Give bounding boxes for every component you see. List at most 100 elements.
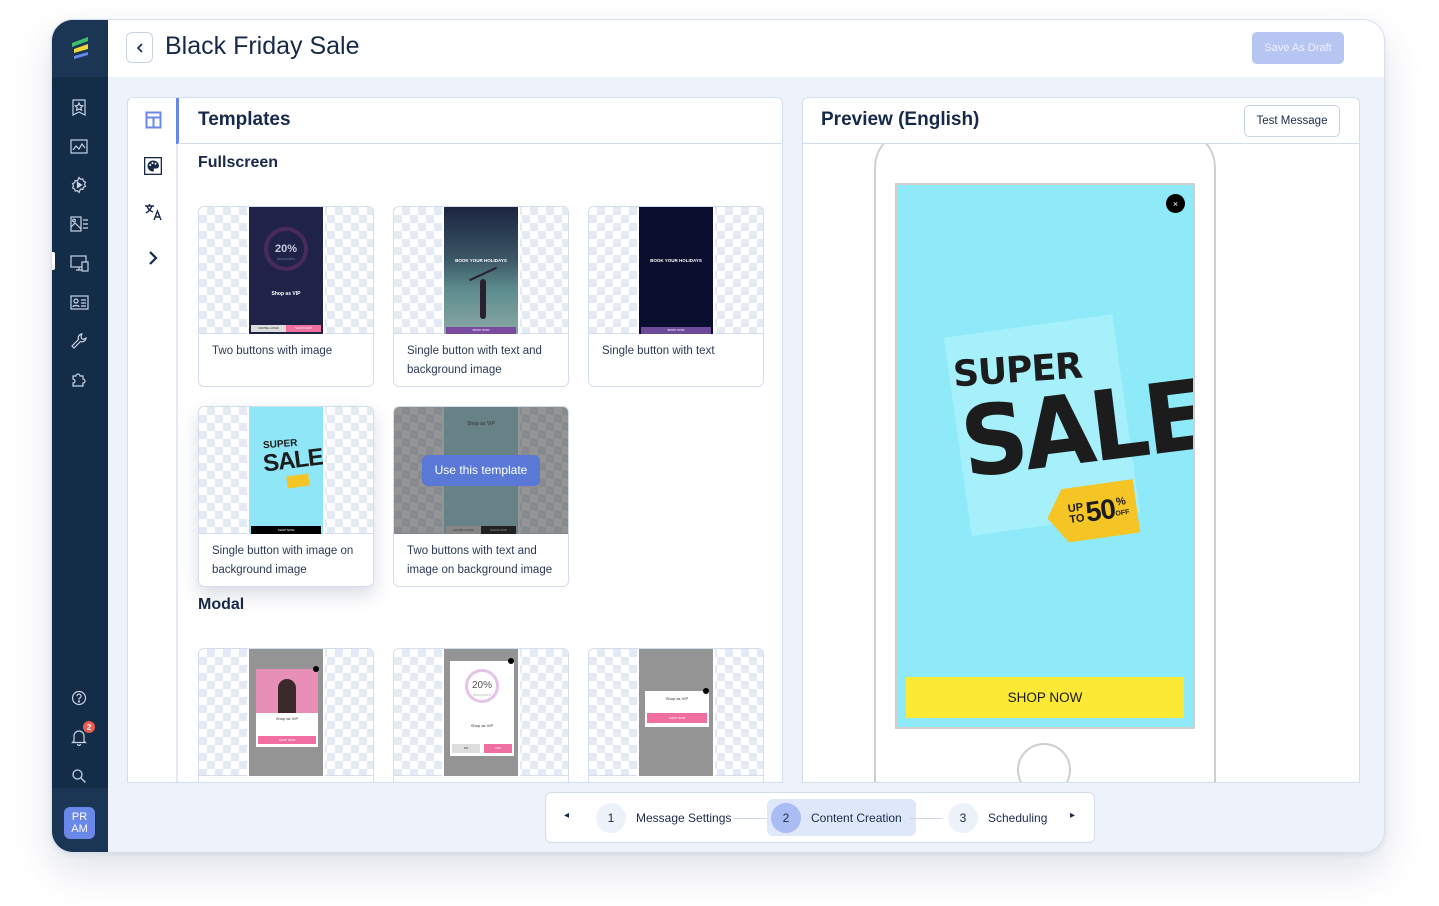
thumb-headline: Shop as VIP [665, 696, 689, 701]
template-thumbnail: BOOK YOUR HOLIDAYS BOOK NOW [589, 207, 763, 334]
sidebar-item-tools[interactable] [68, 330, 90, 352]
avatar-initials-bottom: AM [71, 823, 88, 835]
search-button[interactable] [68, 765, 90, 787]
step-label: Message Settings [636, 810, 732, 825]
preview-title: Preview (English) [821, 109, 980, 130]
step-number: 3 [948, 802, 978, 833]
stepper-prev-icon[interactable]: ◂ [564, 810, 569, 821]
templates-header: Templates [178, 98, 782, 144]
thumb-button-primary: SHOP NOW [251, 526, 321, 534]
thumb-button-primary: SHOP NOW [286, 325, 321, 332]
template-label: Two buttons with text and image on backg… [407, 545, 553, 576]
tool-translations[interactable] [143, 202, 163, 222]
chevron-left-icon [136, 42, 143, 53]
step-scheduling[interactable]: 3 Scheduling [944, 799, 1061, 836]
step-number: 1 [596, 802, 626, 833]
template-thumbnail: SUPER SALE SHOP NOW [199, 407, 373, 534]
logo-icon [72, 36, 88, 59]
search-icon [72, 769, 86, 783]
sidebar-item-content[interactable] [68, 213, 90, 235]
step-content-creation[interactable]: 2 Content Creation [767, 799, 916, 836]
template-card-hovered[interactable]: Shop as VIP MAYBE LATER SHOP NOW Use thi… [393, 406, 569, 587]
creative-headline-main: SALE [954, 358, 1195, 501]
sidebar-item-automation[interactable] [68, 174, 90, 196]
thumb-headline: Shop as VIP [271, 291, 301, 297]
avatar-initials-top: PR [71, 811, 88, 823]
test-message-button[interactable]: Test Message [1244, 105, 1340, 137]
notifications-button[interactable]: 2 [68, 721, 95, 748]
templates-panel: Templates Fullscreen 20% DISCOUNTS Shop … [127, 97, 783, 783]
tag-off: OFF [1115, 508, 1130, 518]
section-modal: Modal [198, 596, 245, 613]
template-label: Two buttons with image [212, 345, 333, 357]
puzzle-icon [72, 373, 86, 387]
user-avatar[interactable]: PR AM [64, 807, 95, 839]
preview-panel: Preview (English) Test Message SUPER SAL… [802, 97, 1360, 783]
thumb-headline: BOOK YOUR HOLIDAYS [650, 258, 702, 263]
template-thumbnail: 20% DISCOUNTS Shop as VIP MAYBE LATER SH… [199, 207, 373, 334]
template-card[interactable]: 20% DISCOUNTS Shop as VIP MAYBE LATER SH… [198, 206, 374, 387]
sidebar-item-analytics[interactable] [68, 135, 90, 157]
page-title: Black Friday Sale [165, 32, 360, 60]
tool-expand[interactable] [143, 248, 163, 268]
step-message-settings[interactable]: 1 Message Settings [592, 799, 745, 836]
template-card[interactable]: 20% DISCOUNTS Shop as VIP NO YES [393, 648, 569, 782]
sidebar-item-integrations[interactable] [68, 369, 90, 391]
templates-title: Templates [198, 109, 291, 130]
stepper-next-icon[interactable]: ▸ [1070, 810, 1075, 821]
tool-design[interactable] [143, 156, 163, 176]
translate-icon [144, 204, 162, 221]
thumb-button-primary: SHOP NOW [647, 713, 707, 723]
chevron-right-icon [149, 251, 158, 265]
bookmark-star-icon [72, 98, 86, 116]
save-as-draft-button[interactable]: Save As Draft [1252, 32, 1344, 64]
close-icon[interactable]: × [1166, 194, 1185, 213]
help-button[interactable] [68, 687, 90, 709]
tool-templates[interactable] [143, 110, 163, 130]
section-fullscreen: Fullscreen [198, 154, 279, 171]
template-card-selected[interactable]: SUPER SALE SHOP NOW Single button with i… [198, 406, 374, 587]
contact-card-icon [69, 294, 89, 310]
automation-gear-icon [71, 176, 87, 194]
profile-area: PR AM [52, 788, 108, 852]
step-label: Scheduling [988, 810, 1048, 825]
sidebar-item-contacts[interactable] [68, 291, 90, 313]
help-icon [71, 690, 87, 706]
tag-prefix-bottom: TO [1068, 512, 1086, 527]
back-button[interactable] [126, 32, 153, 63]
tag-value: 50 [1083, 492, 1117, 528]
thumb-button-primary: BOOK NOW [641, 327, 711, 334]
sidebar-item-in-app-messages[interactable] [68, 252, 90, 274]
thumb-button-secondary: MAYBE LATER [251, 325, 286, 332]
analytics-chart-icon [70, 138, 88, 154]
template-card[interactable]: BOOK YOUR HOLIDAYS BOOK NOW Single butto… [393, 206, 569, 387]
preview-header: Preview (English) Test Message [803, 98, 1359, 144]
template-card[interactable]: BOOK YOUR HOLIDAYS BOOK NOW Single butto… [588, 206, 764, 387]
thumb-button-primary: SHOP NOW [258, 736, 316, 744]
sidebar-item-bookmarks[interactable] [68, 96, 90, 118]
template-card[interactable]: Shop as VIP SHOP NOW [198, 648, 374, 782]
active-nav-indicator [52, 252, 55, 270]
template-thumbnail: Shop as VIP SHOP NOW [589, 649, 763, 776]
thumb-button-primary: BOOK NOW [446, 327, 516, 334]
template-card[interactable]: Shop as VIP SHOP NOW [588, 648, 764, 782]
template-thumbnail: 20% DISCOUNTS Shop as VIP NO YES [394, 649, 568, 776]
thumb-headline: Shop as VIP [470, 723, 494, 728]
page-header: Black Friday Sale Save As Draft [108, 20, 1384, 77]
brand-logo[interactable] [52, 20, 108, 77]
thumb-button-primary: YES [484, 744, 512, 753]
thumb-headline: Shop as VIP [275, 716, 299, 721]
thumb-big-text: 20% [471, 680, 492, 691]
thumb-big-text: 20% [274, 243, 298, 255]
step-number: 2 [771, 802, 801, 833]
template-label: Single button with text [602, 345, 715, 357]
layout-icon [145, 111, 161, 129]
thumb-headline: BOOK YOUR HOLIDAYS [455, 258, 507, 263]
thumb-sub-text: DISCOUNTS [277, 257, 295, 261]
content-gallery-icon [69, 216, 88, 232]
use-template-button[interactable]: Use this template [421, 455, 541, 486]
shop-now-button[interactable]: SHOP NOW [906, 677, 1184, 718]
template-label: Single button with text and background i… [407, 345, 542, 376]
template-thumbnail: BOOK YOUR HOLIDAYS BOOK NOW [394, 207, 568, 334]
template-hover-overlay: Use this template [394, 407, 568, 534]
